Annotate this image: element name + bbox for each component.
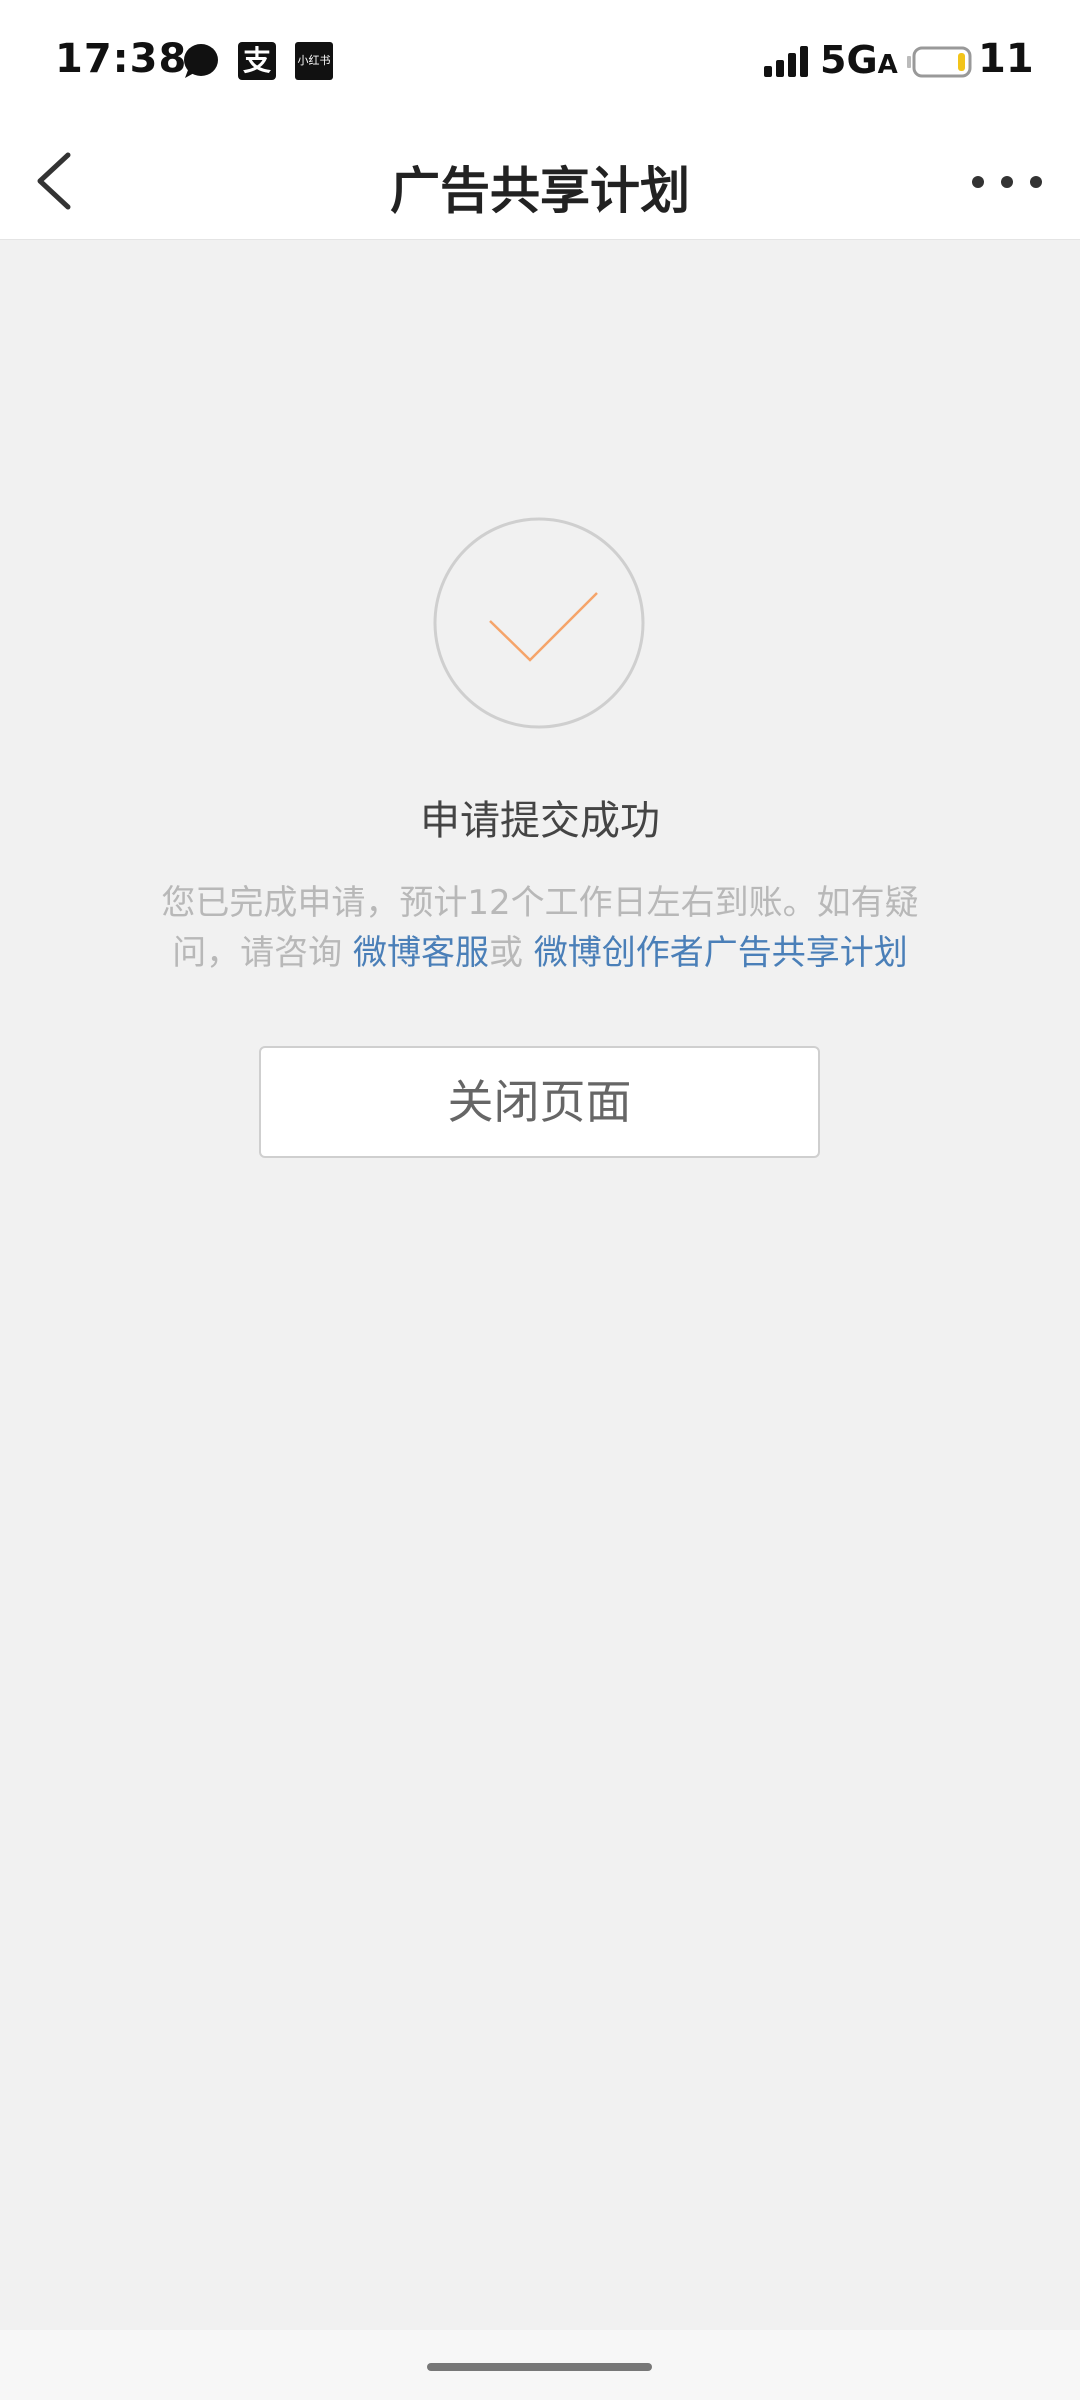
alipay-icon: 支: [238, 42, 276, 80]
status-time: 17:38: [55, 36, 188, 82]
creator-ad-plan-link[interactable]: 微博创作者广告共享计划: [534, 933, 908, 973]
gesture-bar: [0, 2330, 1080, 2400]
close-page-button[interactable]: 关闭页面: [259, 1046, 820, 1158]
chat-bubble-icon: [184, 44, 218, 78]
signal-bars-icon: [764, 46, 808, 77]
xiaohongshu-icon: 小红书: [295, 42, 333, 80]
success-title: 申请提交成功: [420, 798, 660, 844]
check-circle-icon: [433, 517, 645, 729]
status-bar: 17:38 支 小红书 5GA 11: [0, 0, 1080, 125]
customer-service-link[interactable]: 微博客服: [353, 933, 489, 973]
page-title: 广告共享计划: [390, 162, 690, 220]
battery-level: 11: [978, 36, 1034, 82]
network-type: 5GA: [820, 38, 898, 82]
description-or: 或: [489, 933, 534, 973]
battery-icon: [907, 46, 972, 78]
more-dots-icon[interactable]: [966, 157, 1048, 207]
result-description: 您已完成申请，预计12个工作日左右到账。如有疑问，请咨询 微博客服或 微博创作者…: [150, 878, 930, 978]
nav-bar: 广告共享计划: [0, 125, 1080, 240]
home-indicator[interactable]: [427, 2363, 652, 2371]
main-content: 申请提交成功 您已完成申请，预计12个工作日左右到账。如有疑问，请咨询 微博客服…: [0, 240, 1080, 2330]
